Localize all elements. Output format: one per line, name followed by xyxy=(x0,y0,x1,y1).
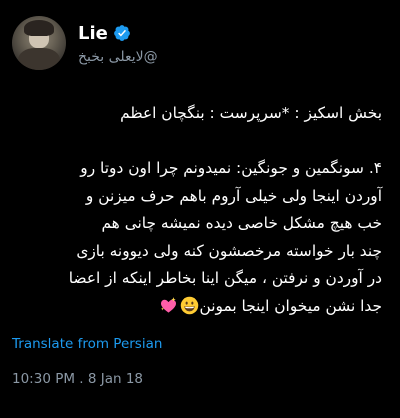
author-handle[interactable]: @لایعلی بخبخ xyxy=(78,49,158,65)
tweet-text-line: چند بار خواسته مرخصشون کنه ولی دیوونه با… xyxy=(76,241,382,260)
translate-link[interactable]: Translate from Persian xyxy=(12,336,388,352)
tweet-text-line: خب هیچ مشکل خاصی دیده نمیشه چانی هم xyxy=(101,214,382,232)
tweet-timestamp[interactable]: 10:30 PM . 8 Jan 18 xyxy=(12,371,143,387)
verified-badge-icon xyxy=(113,24,131,42)
tweet-text-last-line: جدا نشن میخوان اینجا بمونن xyxy=(16,293,382,321)
tweet-text-line: ۴. سونگمین و جونگین: نمیدونم چرا اون دوت… xyxy=(80,159,382,177)
display-name-row: Lie xyxy=(78,21,158,45)
tweet-text-line: جدا نشن میخوان اینجا بمونن xyxy=(199,296,382,315)
tweet-text-line: در آوردن و نرفتن ، میگن اینا بخاطر اینکه… xyxy=(68,269,382,287)
tweet-text: بخش اسکیز : *سرپرست : بنگچان اعظم ۴. سون… xyxy=(12,100,388,320)
tweet-header: Lie @لایعلی بخبخ xyxy=(12,14,388,72)
tweet-text-line: آوردن اینجا ولی خیلی آروم باهم حرف میزنن… xyxy=(85,186,382,205)
avatar[interactable] xyxy=(12,16,66,70)
grinning-face-emoji-icon xyxy=(180,296,199,315)
tweet-card: Lie @لایعلی بخبخ بخش اسکیز : *سرپرست : ب… xyxy=(0,0,400,418)
sparkling-heart-emoji-icon xyxy=(159,296,178,315)
display-name[interactable]: Lie xyxy=(78,23,108,44)
avatar-hair-shape xyxy=(24,20,54,36)
tweet-text-line: بخش اسکیز : *سرپرست : بنگچان اعظم xyxy=(120,104,382,122)
avatar-body-shape xyxy=(18,48,60,70)
author-names: Lie @لایعلی بخبخ xyxy=(78,21,158,66)
